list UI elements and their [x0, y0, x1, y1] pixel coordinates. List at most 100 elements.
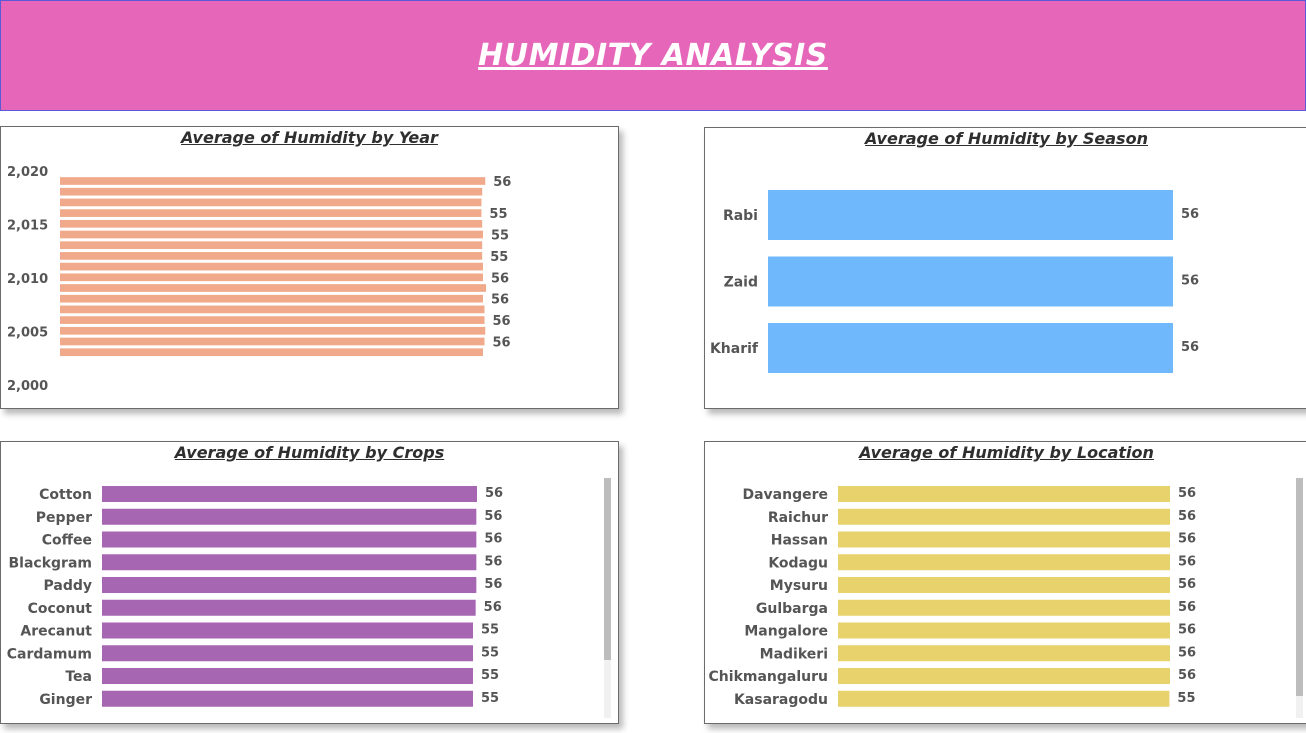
season-category-label: Kharif	[710, 341, 759, 357]
year-chart-panel[interactable]: Average of Humidity by Year 2,020 2,015 2,…	[0, 126, 619, 409]
crops-bar-paddy[interactable]	[102, 577, 477, 593]
year-data-label: 56	[493, 175, 511, 190]
year-bar-2014[interactable]	[60, 241, 483, 250]
year-bar-2008[interactable]	[60, 305, 485, 314]
crops-category-label: Cotton	[39, 487, 92, 503]
season-data-label: 56	[1181, 207, 1199, 222]
year-data-label: 56	[491, 271, 509, 286]
season-bar-rabi[interactable]	[768, 190, 1173, 240]
location-data-label: 55	[1177, 691, 1195, 706]
location-bar-chikmangaluru[interactable]	[838, 668, 1170, 684]
year-bar-2007[interactable]	[60, 316, 485, 324]
crops-data-label: 56	[485, 486, 503, 501]
crops-category-label: Pepper	[36, 510, 92, 526]
year-data-label: 55	[489, 207, 507, 222]
season-chart: Rabi 56 Zaid 56 Kharif 56	[710, 190, 1199, 373]
crops-category-label: Coconut	[28, 601, 93, 617]
crops-data-label: 56	[484, 554, 502, 569]
location-chart-panel[interactable]: Average of Humidity by Location Davanger…	[704, 441, 1306, 724]
location-bar-hassan[interactable]	[838, 531, 1170, 548]
season-bar-zaid[interactable]	[768, 256, 1173, 307]
location-bar-davangere[interactable]	[838, 486, 1170, 502]
location-category-label: Davangere	[742, 487, 828, 503]
season-category-label: Rabi	[723, 208, 758, 224]
year-bar-2017[interactable]	[60, 209, 482, 217]
location-bar-kodagu[interactable]	[838, 554, 1170, 571]
crops-category-label: Paddy	[43, 578, 92, 594]
year-bar-2006[interactable]	[60, 326, 486, 335]
year-data-label: 56	[492, 336, 510, 351]
year-bar-2013[interactable]	[60, 252, 483, 260]
location-chart: Davangere 56 Raichur 56 Hassan 56 Kodagu 56 Mysu…	[709, 486, 1196, 708]
season-data-label: 56	[1181, 274, 1199, 289]
crops-bar-coffee[interactable]	[102, 531, 477, 548]
year-bar-2004[interactable]	[60, 348, 483, 357]
crops-data-label: 56	[484, 509, 502, 524]
crops-data-label: 55	[481, 645, 499, 660]
location-data-label: 56	[1178, 623, 1196, 638]
year-bar-2005[interactable]	[60, 337, 485, 346]
year-bar-2019[interactable]	[60, 187, 483, 196]
crops-category-label: Arecanut	[20, 624, 92, 640]
crops-bar-coconut[interactable]	[102, 599, 476, 616]
location-bar-mangalore[interactable]	[838, 622, 1170, 639]
location-data-label: 56	[1178, 509, 1196, 524]
location-category-label: Hassan	[771, 533, 828, 549]
year-data-label: 55	[491, 229, 509, 244]
crops-bar-cardamum[interactable]	[102, 645, 473, 662]
crops-data-label: 56	[484, 532, 502, 547]
header-banner: HUMIDITY ANALYSIS	[0, 0, 1306, 111]
crops-chart: Cotton 56 Pepper 56 Coffee 56 Blackgram 56 Paddy…	[7, 486, 503, 708]
crops-chart-panel[interactable]: Average of Humidity by Crops Cotton 56 Pep…	[0, 441, 619, 724]
crops-category-label: Tea	[65, 669, 92, 685]
year-bar-2011[interactable]	[60, 273, 483, 282]
crops-bar-arecanut[interactable]	[102, 622, 473, 639]
year-bar-2016[interactable]	[60, 219, 483, 228]
location-category-label: Madikeri	[760, 646, 828, 662]
page-title: HUMIDITY ANALYSIS	[478, 38, 828, 73]
year-axis-tick: 2,020	[7, 165, 48, 180]
crops-bar-blackgram[interactable]	[102, 554, 477, 571]
year-bar-2018[interactable]	[60, 198, 482, 207]
location-bar-kasaragodu[interactable]	[838, 690, 1170, 707]
location-data-label: 56	[1178, 600, 1196, 615]
year-axis-tick: 2,010	[7, 272, 48, 287]
crops-scrollbar[interactable]	[604, 478, 611, 660]
location-data-label: 56	[1178, 486, 1196, 501]
crops-bar-ginger[interactable]	[102, 690, 473, 707]
crops-bar-pepper[interactable]	[102, 508, 477, 525]
year-bar-2020[interactable]	[60, 177, 486, 185]
location-category-label: Chikmangaluru	[709, 669, 828, 685]
year-axis-tick: 2,015	[7, 219, 48, 234]
crops-data-label: 55	[481, 668, 499, 683]
location-category-label: Gulbarga	[756, 601, 828, 617]
crops-category-label: Cardamum	[7, 646, 92, 662]
crops-data-label: 56	[484, 577, 502, 592]
location-data-label: 56	[1178, 668, 1196, 683]
location-data-label: 56	[1178, 532, 1196, 547]
year-bar-2009[interactable]	[60, 294, 483, 303]
year-bar-2012[interactable]	[60, 262, 483, 271]
year-bar-2015[interactable]	[60, 230, 483, 239]
location-bar-gulbarga[interactable]	[838, 599, 1170, 616]
season-data-label: 56	[1181, 340, 1199, 355]
location-bar-mysuru[interactable]	[838, 577, 1170, 593]
year-axis-tick: 2,000	[7, 379, 48, 394]
location-category-label: Raichur	[768, 510, 828, 526]
season-bar-kharif[interactable]	[768, 323, 1173, 373]
crops-data-label: 55	[481, 623, 499, 638]
year-data-label: 56	[492, 314, 510, 329]
year-bar-2010[interactable]	[60, 284, 486, 292]
crops-category-label: Coffee	[42, 533, 92, 549]
location-bar-madikeri[interactable]	[838, 645, 1170, 662]
location-scrollbar[interactable]	[1296, 478, 1303, 696]
crops-bar-tea[interactable]	[102, 668, 473, 684]
crops-bar-cotton[interactable]	[102, 486, 477, 502]
crops-category-label: Ginger	[39, 692, 92, 708]
location-category-label: Mangalore	[744, 624, 828, 640]
location-data-label: 56	[1178, 645, 1196, 660]
year-chart: 2,020 2,015 2,010 2,005 2,000 56 55 55 55 56 56 56 5…	[7, 165, 511, 394]
location-category-label: Kasaragodu	[734, 692, 828, 708]
season-chart-panel[interactable]: Average of Humidity by Season Rabi 56 Zaid…	[704, 127, 1306, 409]
location-bar-raichur[interactable]	[838, 508, 1170, 525]
